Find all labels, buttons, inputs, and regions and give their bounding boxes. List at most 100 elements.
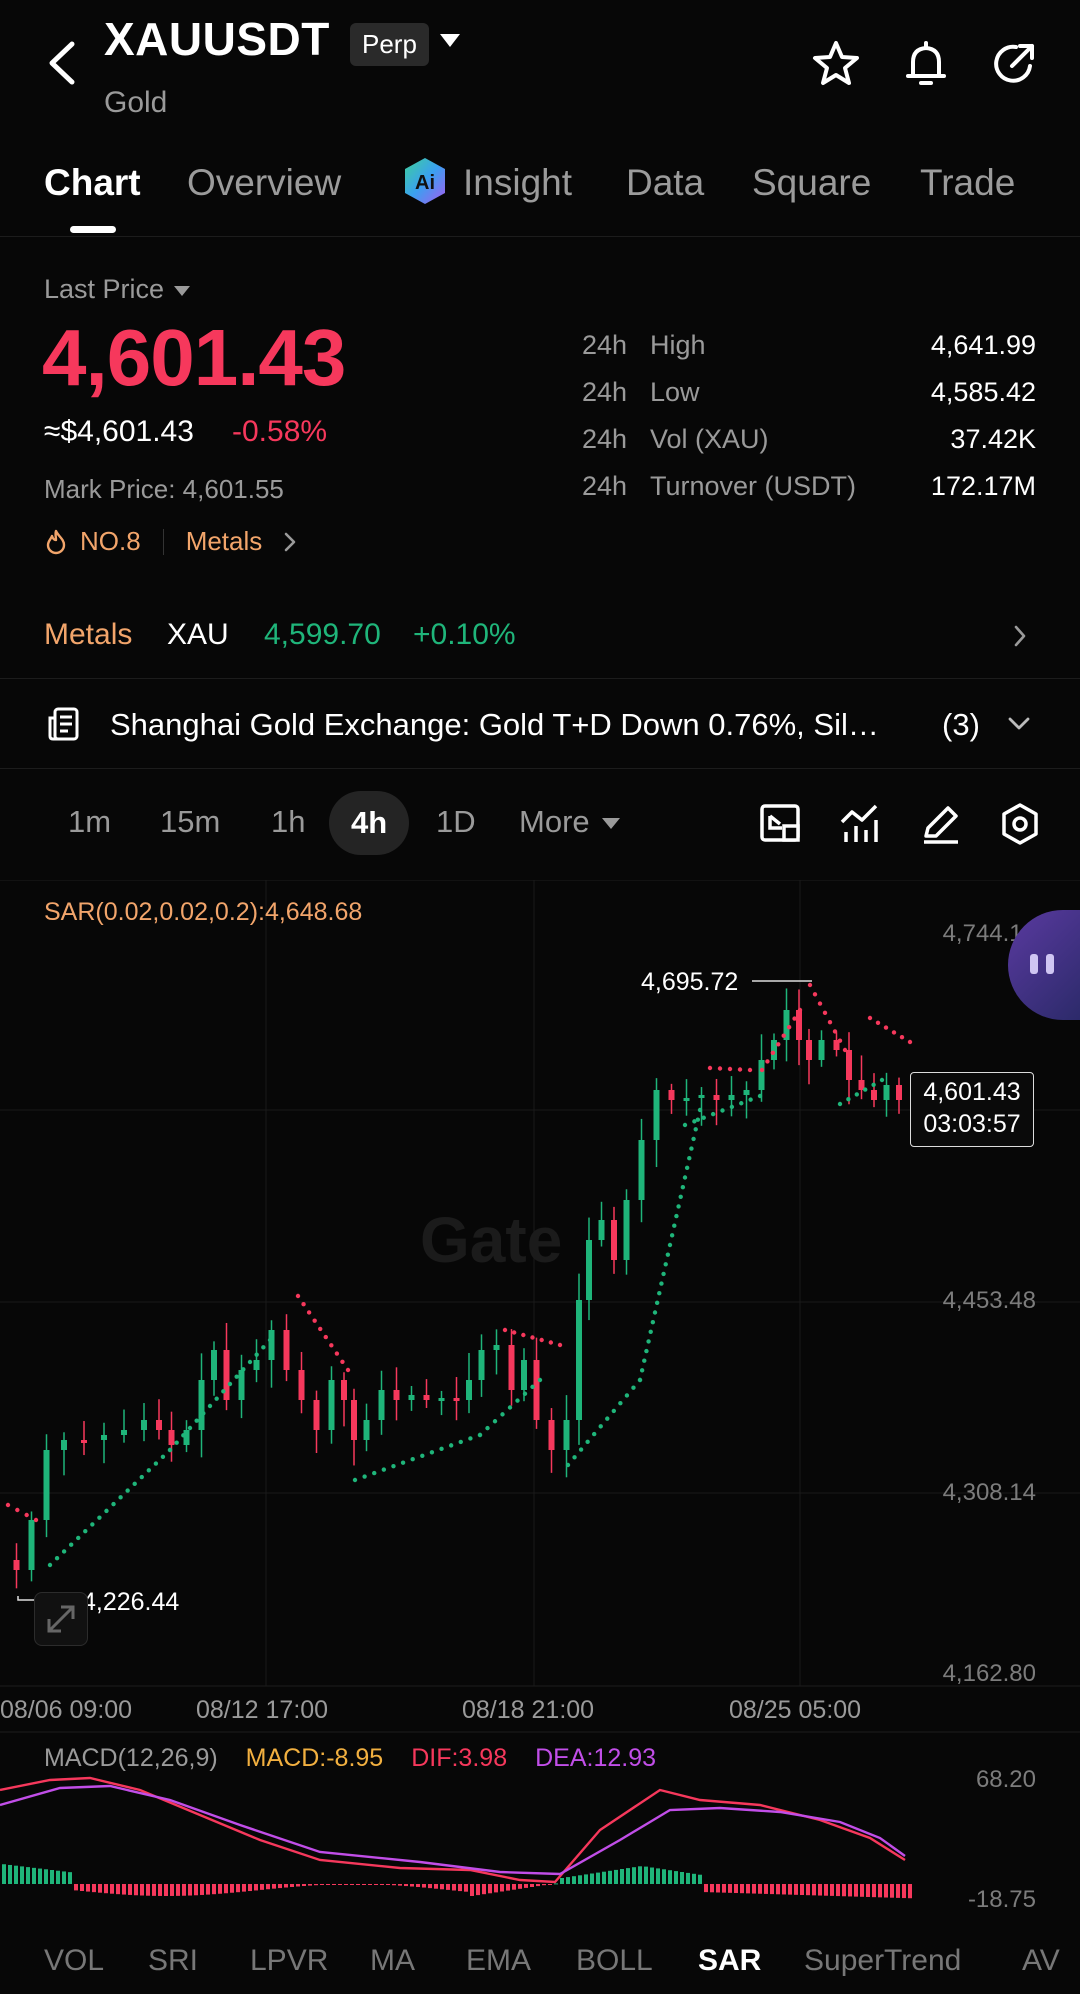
last-price-label: Last Price	[44, 274, 165, 304]
star-icon[interactable]	[810, 38, 862, 90]
sar-dot	[672, 1223, 677, 1228]
indicator-ema[interactable]: EMA	[466, 1944, 531, 1978]
indicator-vol[interactable]: VOL	[44, 1944, 104, 1978]
tab-square[interactable]: Square	[752, 162, 871, 204]
interval-1d[interactable]: 1D	[436, 804, 476, 840]
interval-more[interactable]: More	[519, 804, 620, 840]
current-price-value: 4,601.43	[923, 1078, 1021, 1106]
macd-histogram-bar	[116, 1884, 120, 1895]
symbol-dropdown-icon[interactable]	[440, 34, 460, 47]
sar-dot	[530, 1384, 535, 1390]
macd-histogram-bar	[80, 1884, 84, 1891]
metals-ticker-row[interactable]: Metals XAU 4,599.70 +0.10%	[0, 600, 1080, 679]
macd-histogram-bar	[290, 1884, 294, 1887]
sar-dot	[691, 1136, 696, 1142]
macd-histogram-bar	[590, 1873, 594, 1884]
news-banner[interactable]: Shanghai Gold Exchange: Gold T+D Down 0.…	[0, 680, 1080, 769]
macd-histogram-bar	[626, 1868, 630, 1884]
sar-dot	[682, 1175, 688, 1180]
candle-body	[183, 1430, 190, 1445]
sar-dot	[234, 1374, 239, 1379]
indicator-ma[interactable]: MA	[370, 1944, 415, 1978]
candle-body	[423, 1395, 430, 1400]
sar-dot	[759, 1067, 765, 1073]
stat-period: 24h	[582, 471, 628, 501]
category-link[interactable]: Metals	[186, 526, 263, 557]
news-count: (3)	[942, 707, 980, 742]
sar-dot	[221, 1389, 226, 1394]
sar-dot	[669, 1233, 675, 1238]
tab-data[interactable]: Data	[626, 162, 704, 204]
indicator-supertrend[interactable]: SuperTrend	[804, 1944, 961, 1978]
fullscreen-button[interactable]	[34, 1592, 88, 1646]
bell-icon[interactable]	[900, 38, 952, 90]
interval-1m[interactable]: 1m	[68, 804, 111, 840]
indicators-icon[interactable]	[838, 802, 882, 846]
settings-icon[interactable]	[998, 802, 1042, 846]
macd-histogram-bar	[422, 1884, 426, 1888]
sar-dot	[132, 1481, 137, 1487]
candle-body	[743, 1090, 750, 1095]
back-arrow-icon[interactable]	[42, 38, 82, 88]
sar-dot	[267, 1337, 273, 1343]
macd-histogram-bar	[338, 1884, 342, 1885]
macd-histogram-bar	[560, 1878, 564, 1884]
sar-dot	[710, 1111, 716, 1117]
sar-dot	[201, 1411, 206, 1416]
indicator-sri[interactable]: SRI	[148, 1944, 198, 1978]
time-axis-label: 08/12 17:00	[196, 1696, 329, 1724]
sar-dot	[362, 1474, 367, 1479]
sar-dot	[693, 1127, 698, 1132]
dea-line	[0, 1784, 906, 1876]
sar-dot	[765, 1059, 770, 1064]
last-price-selector[interactable]: Last Price	[44, 274, 191, 305]
candle-body	[351, 1400, 357, 1440]
flame-icon	[46, 529, 66, 554]
macd-histogram-bar	[890, 1884, 894, 1898]
sar-dot	[631, 1385, 636, 1390]
stat-period: 24h	[582, 377, 628, 407]
news-headline[interactable]: Shanghai Gold Exchange: Gold T+D Down 0.…	[110, 707, 879, 743]
sar-dot	[500, 1412, 505, 1417]
macd-histogram-bar	[758, 1884, 762, 1894]
interval-15m[interactable]: 15m	[160, 804, 220, 840]
macd-histogram-bar	[884, 1884, 888, 1898]
candle-body	[493, 1345, 500, 1350]
macd-histogram-bar	[86, 1884, 90, 1892]
rank-badge[interactable]: NO.8 Metals	[44, 526, 300, 557]
macd-histogram-bar	[230, 1884, 234, 1893]
symbol-title[interactable]: XAUUSDT	[104, 12, 330, 66]
macd-histogram-bar	[224, 1884, 228, 1894]
sar-dot	[522, 1391, 528, 1396]
indicator-boll[interactable]: BOLL	[576, 1944, 653, 1978]
candle-body	[521, 1360, 527, 1390]
divider	[162, 528, 164, 555]
macd-histogram-bar	[902, 1884, 906, 1899]
sar-dot	[648, 1329, 653, 1334]
interval-1h[interactable]: 1h	[271, 804, 305, 840]
draw-pencil-icon[interactable]	[918, 802, 962, 846]
sar-dot	[689, 1146, 694, 1151]
tab-chart[interactable]: Chart	[44, 162, 141, 204]
tab-overview[interactable]: Overview	[187, 162, 341, 204]
macd-histogram-bar	[386, 1884, 390, 1885]
pause-bar	[1030, 954, 1038, 974]
candle-body	[548, 1420, 555, 1450]
interval-4h[interactable]: 4h	[329, 791, 410, 855]
macd-histogram-bar	[416, 1884, 420, 1888]
indicator-sar[interactable]: SAR	[698, 1944, 761, 1978]
indicator-lpvr[interactable]: LPVR	[250, 1944, 328, 1978]
sar-dot	[624, 1393, 630, 1398]
macd-histogram-bar	[326, 1884, 330, 1885]
tab-trade[interactable]: Trade	[920, 162, 1015, 204]
chart-layout-icon[interactable]	[758, 802, 802, 846]
contract-type-badge[interactable]: Perp	[350, 23, 429, 66]
share-icon[interactable]	[988, 38, 1040, 90]
tab-insight[interactable]: Insight	[463, 162, 572, 204]
chevron-down-icon[interactable]	[1006, 714, 1032, 734]
sar-dot	[812, 992, 818, 997]
expand-icon	[47, 1605, 75, 1633]
indicator-av[interactable]: AV	[1022, 1944, 1060, 1978]
macd-histogram-bar	[488, 1884, 492, 1894]
macd-histogram-bar	[14, 1865, 18, 1884]
